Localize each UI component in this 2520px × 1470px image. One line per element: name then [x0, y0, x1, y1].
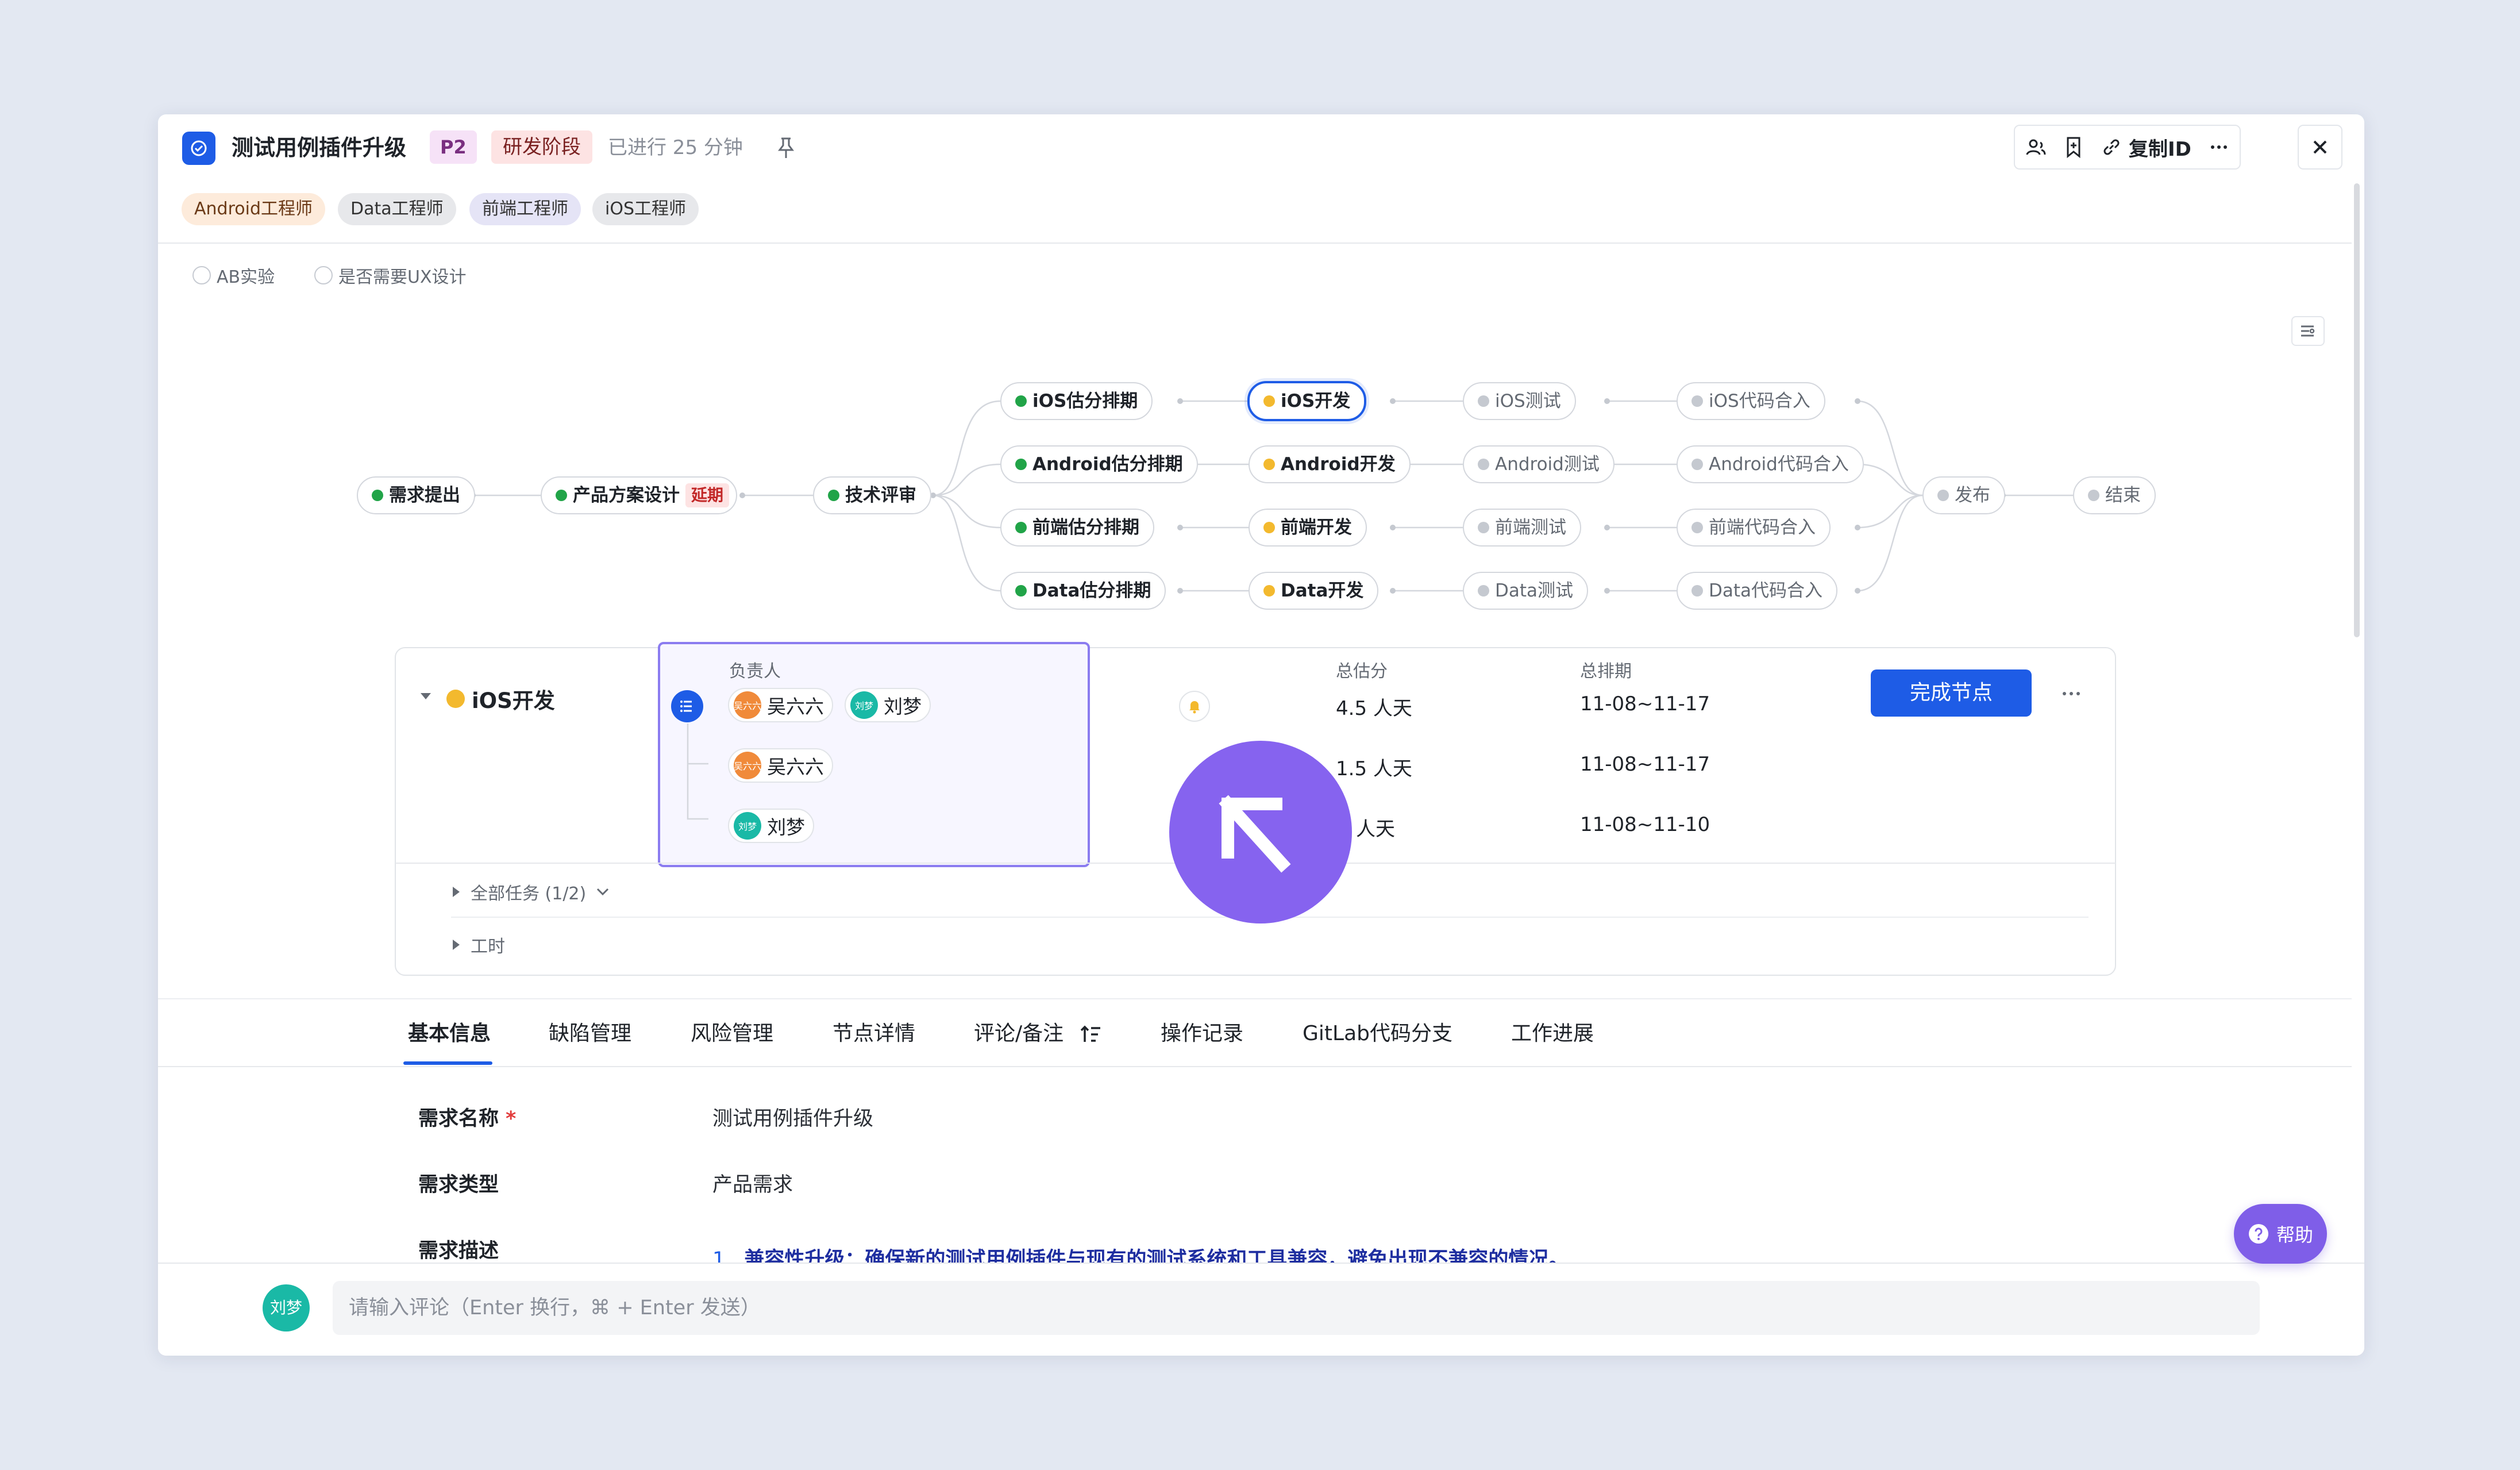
- field-value[interactable]: 测试用例插件升级: [712, 1102, 873, 1132]
- tab-gitlab-branches[interactable]: GitLab代码分支: [1303, 1017, 1452, 1051]
- flow-node-review[interactable]: 技术评审: [813, 476, 931, 514]
- owner-chip[interactable]: 吴六六 吴六六: [728, 688, 833, 722]
- flow-node-start[interactable]: 需求提出: [357, 476, 475, 514]
- owner-chip[interactable]: 刘梦 刘梦: [728, 809, 814, 843]
- comment-input[interactable]: 请输入评论（Enter 换行，⌘ + Enter 发送）: [333, 1281, 2260, 1335]
- tab-node-details[interactable]: 节点详情: [833, 1017, 915, 1051]
- requirement-window: 测试用例插件升级 P2 研发阶段 已进行 25 分钟 复制ID Android工…: [158, 114, 2364, 1356]
- delay-badge: 延期: [685, 483, 730, 507]
- estimate-value: 人天: [1356, 818, 1395, 841]
- avatar: 刘梦: [263, 1284, 310, 1332]
- flow-node-frontend-merge[interactable]: 前端代码合入: [1677, 509, 1831, 547]
- flow-node-end[interactable]: 结束: [2073, 476, 2156, 514]
- field-label: 需求名称 *: [418, 1107, 517, 1130]
- caret-right-icon: [453, 887, 460, 897]
- work-hours-toggle[interactable]: 工时: [451, 932, 505, 957]
- field-label: 需求类型: [418, 1173, 499, 1196]
- estimate-label: 总估分: [1336, 661, 1388, 682]
- field-value[interactable]: 产品需求: [712, 1168, 793, 1198]
- flow-node-data-develop[interactable]: Data开发: [1249, 572, 1379, 610]
- schedule-value: 11-08~11-17: [1580, 692, 1710, 715]
- tab-risks[interactable]: 风险管理: [691, 1017, 773, 1051]
- flow-node-android-test[interactable]: Android测试: [1463, 445, 1615, 483]
- owner-label: 负责人: [729, 661, 781, 682]
- flow-node-android-merge[interactable]: Android代码合入: [1677, 445, 1864, 483]
- flow-node-data-merge[interactable]: Data代码合入: [1677, 572, 1838, 610]
- flow-node-release[interactable]: 发布: [1922, 476, 2005, 514]
- schedule-value: 11-08~11-17: [1580, 753, 1710, 776]
- collapse-caret-icon[interactable]: [419, 689, 433, 703]
- help-button[interactable]: 帮助: [2234, 1204, 2327, 1264]
- flow-node-design[interactable]: 产品方案设计 延期: [541, 476, 738, 514]
- cursor-indicator: [1169, 741, 1352, 923]
- estimate-value: 4.5 人天: [1336, 697, 1412, 720]
- flow-node-ios-develop[interactable]: iOS开发: [1247, 381, 1367, 421]
- caret-right-icon: [453, 940, 460, 950]
- flow-node-android-develop[interactable]: Android开发: [1249, 445, 1411, 483]
- flow-node-ios-merge[interactable]: iOS代码合入: [1677, 382, 1825, 420]
- tab-comments[interactable]: 评论/备注: [974, 1017, 1064, 1051]
- chevron-down-icon: [597, 888, 609, 896]
- owner-chip[interactable]: 吴六六 吴六六: [728, 748, 833, 783]
- arrow-cursor-icon: [1219, 795, 1291, 873]
- flow-node-ios-test[interactable]: iOS测试: [1463, 382, 1576, 420]
- tab-basic-info[interactable]: 基本信息: [408, 1017, 491, 1051]
- bell-icon[interactable]: [1179, 691, 1210, 722]
- owner-highlight-box: [658, 642, 1090, 867]
- all-tasks-toggle[interactable]: 全部任务 (1/2): [451, 879, 610, 905]
- status-dot: [446, 690, 465, 708]
- flow-node-ios-estimate[interactable]: iOS估分排期: [1000, 382, 1153, 420]
- tree-lines: [687, 724, 708, 820]
- tab-work-progress[interactable]: 工作进展: [1511, 1017, 1594, 1051]
- complete-node-button[interactable]: 完成节点: [1871, 669, 2032, 717]
- flow-node-frontend-estimate[interactable]: 前端估分排期: [1000, 509, 1154, 547]
- schedule-value: 11-08~11-10: [1580, 813, 1710, 836]
- sort-icon[interactable]: [1080, 1023, 1103, 1045]
- owner-chip[interactable]: 刘梦 刘梦: [845, 688, 931, 722]
- active-tab-indicator: [403, 1061, 492, 1065]
- flow-node-data-test[interactable]: Data测试: [1463, 572, 1589, 610]
- node-more-icon[interactable]: [2054, 682, 2089, 705]
- question-icon: [2248, 1224, 2268, 1244]
- flow-node-frontend-test[interactable]: 前端测试: [1463, 509, 1581, 547]
- subtask-list-icon[interactable]: [671, 690, 703, 722]
- schedule-label: 总排期: [1580, 661, 1632, 682]
- required-mark: *: [506, 1107, 517, 1130]
- field-label: 需求描述: [418, 1240, 499, 1263]
- node-detail-title: iOS开发: [446, 683, 555, 714]
- tab-defects[interactable]: 缺陷管理: [549, 1017, 631, 1051]
- flow-node-android-estimate[interactable]: Android估分排期: [1000, 445, 1198, 483]
- flow-node-frontend-develop[interactable]: 前端开发: [1249, 509, 1367, 547]
- flow-node-data-estimate[interactable]: Data估分排期: [1000, 572, 1166, 610]
- tab-operation-log[interactable]: 操作记录: [1161, 1017, 1243, 1051]
